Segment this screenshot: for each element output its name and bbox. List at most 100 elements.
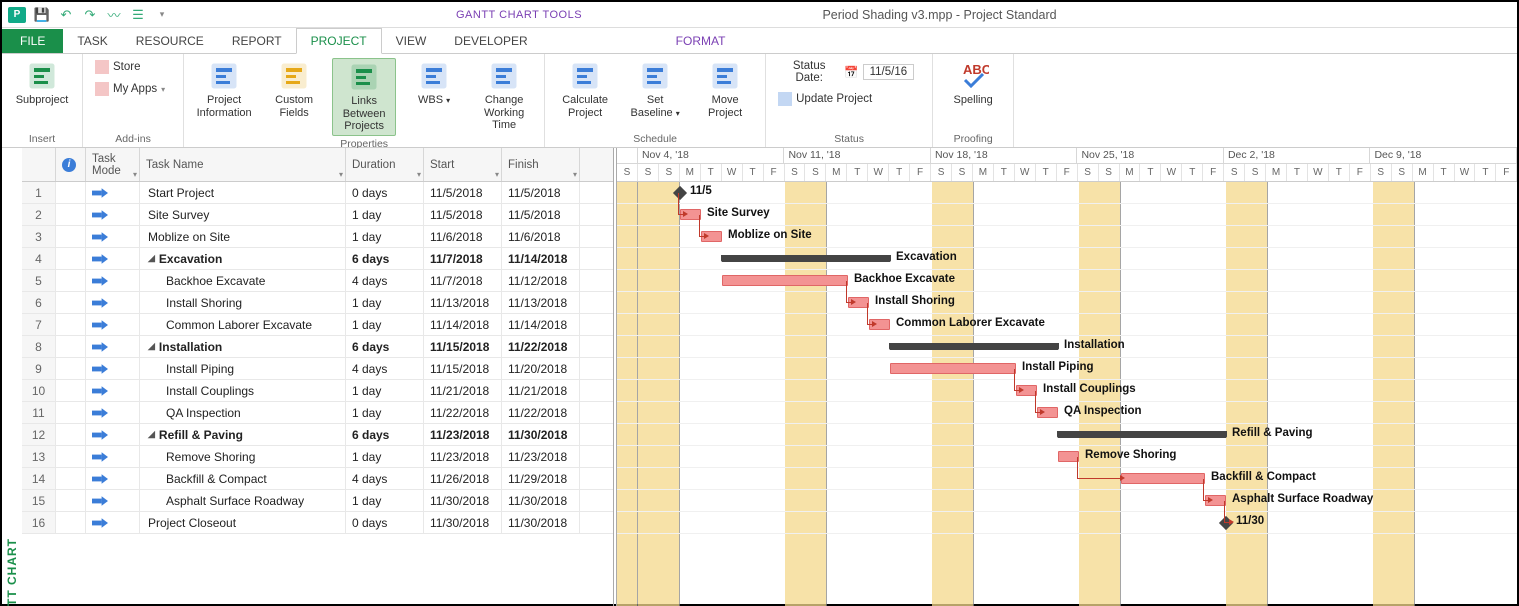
tab-task[interactable]: TASK	[63, 29, 121, 53]
cell[interactable]: ◢Excavation	[140, 248, 346, 269]
save-icon[interactable]: 💾	[34, 7, 50, 23]
table-row[interactable]: 10Install Couplings1 day11/21/201811/21/…	[22, 380, 613, 402]
wbs-button[interactable]: WBS ▾	[402, 58, 466, 109]
task-bar[interactable]	[722, 275, 848, 286]
cell[interactable]: 11/7/2018	[424, 248, 502, 269]
cell[interactable]	[86, 248, 140, 269]
table-row[interactable]: 15Asphalt Surface Roadway1 day11/30/2018…	[22, 490, 613, 512]
store-button[interactable]: Store	[91, 58, 145, 76]
cell[interactable]: 2	[22, 204, 56, 225]
status-date-field[interactable]: Status Date: 📅 11/5/16	[774, 58, 918, 86]
cell[interactable]	[86, 358, 140, 379]
moveproj-button[interactable]: Move Project	[693, 58, 757, 121]
projinfo-button[interactable]: Project Information	[192, 58, 256, 121]
cell[interactable]	[86, 182, 140, 203]
calc-button[interactable]: Calculate Project	[553, 58, 617, 121]
table-row[interactable]: 5Backhoe Excavate4 days11/7/201811/12/20…	[22, 270, 613, 292]
cell[interactable]: 1 day	[346, 226, 424, 247]
cell[interactable]: 1 day	[346, 402, 424, 423]
cell[interactable]: 11/23/2018	[424, 446, 502, 467]
cell[interactable]: 11/22/2018	[424, 402, 502, 423]
grid-icon[interactable]: ☰	[130, 7, 146, 23]
cell[interactable]: 11/22/2018	[502, 402, 580, 423]
workingtime-button[interactable]: Change Working Time	[472, 58, 536, 134]
col-dur[interactable]: Duration▾	[346, 148, 424, 181]
tab-view[interactable]: VIEW	[382, 29, 441, 53]
cell[interactable]: 11/5/2018	[502, 182, 580, 203]
cell[interactable]	[86, 314, 140, 335]
cell[interactable]: 11/30/2018	[424, 490, 502, 511]
cell[interactable]: 11/23/2018	[502, 446, 580, 467]
qat-dropdown-icon[interactable]: ▾	[154, 7, 170, 23]
collapse-icon[interactable]: ◢	[148, 341, 155, 352]
table-row[interactable]: 4 ◢Excavation6 days11/7/201811/14/2018	[22, 248, 613, 270]
col-finish[interactable]: Finish▾	[502, 148, 580, 181]
collapse-icon[interactable]: ◢	[148, 253, 155, 264]
cell[interactable]	[56, 270, 86, 291]
cell[interactable]: 16	[22, 512, 56, 533]
table-row[interactable]: 2Site Survey1 day11/5/201811/5/2018	[22, 204, 613, 226]
cell[interactable]	[56, 512, 86, 533]
spelling-button[interactable]: ABCSpelling	[941, 58, 1005, 109]
cell[interactable]: 11/15/2018	[424, 358, 502, 379]
cell[interactable]: 14	[22, 468, 56, 489]
redo-icon[interactable]: ↷	[82, 7, 98, 23]
cell[interactable]	[56, 314, 86, 335]
cell[interactable]	[86, 402, 140, 423]
update-project-button[interactable]: Update Project	[774, 90, 876, 108]
cell[interactable]: 11/12/2018	[502, 270, 580, 291]
undo-icon[interactable]: ↶	[58, 7, 74, 23]
col-info[interactable]: i	[56, 148, 86, 181]
cell[interactable]: 11/14/2018	[502, 248, 580, 269]
cell[interactable]: 11/20/2018	[502, 358, 580, 379]
cell[interactable]: 11/13/2018	[502, 292, 580, 313]
cell[interactable]: 1 day	[346, 204, 424, 225]
cell[interactable]: 5	[22, 270, 56, 291]
cell[interactable]: Backfill & Compact	[140, 468, 346, 489]
table-row[interactable]: 9Install Piping4 days11/15/201811/20/201…	[22, 358, 613, 380]
summary-bar[interactable]	[1058, 431, 1226, 438]
cell[interactable]: Site Survey	[140, 204, 346, 225]
cell[interactable]: 11/30/2018	[502, 424, 580, 445]
cell[interactable]	[86, 336, 140, 357]
cell[interactable]: 11/30/2018	[502, 490, 580, 511]
cell[interactable]: 11/29/2018	[502, 468, 580, 489]
cell[interactable]	[56, 358, 86, 379]
cell[interactable]: 4 days	[346, 270, 424, 291]
table-row[interactable]: 7Common Laborer Excavate1 day11/14/20181…	[22, 314, 613, 336]
collapse-icon[interactable]: ◢	[148, 429, 155, 440]
cell[interactable]	[56, 204, 86, 225]
cell[interactable]: 4	[22, 248, 56, 269]
cell[interactable]: Install Shoring	[140, 292, 346, 313]
cell[interactable]: 11/5/2018	[424, 204, 502, 225]
summary-bar[interactable]	[722, 255, 890, 262]
cell[interactable]: 1 day	[346, 446, 424, 467]
cell[interactable]: ◢Installation	[140, 336, 346, 357]
cell[interactable]: 11/6/2018	[424, 226, 502, 247]
table-row[interactable]: 13Remove Shoring1 day11/23/201811/23/201…	[22, 446, 613, 468]
cell[interactable]: 12	[22, 424, 56, 445]
cell[interactable]: Remove Shoring	[140, 446, 346, 467]
cell[interactable]: Common Laborer Excavate	[140, 314, 346, 335]
view-sidebar[interactable]: TT CHART	[2, 148, 22, 606]
table-row[interactable]: 16Project Closeout0 days11/30/201811/30/…	[22, 512, 613, 534]
cell[interactable]: Moblize on Site	[140, 226, 346, 247]
cell[interactable]: 1 day	[346, 314, 424, 335]
links-button[interactable]: Links Between Projects	[332, 58, 396, 136]
cell[interactable]: 7	[22, 314, 56, 335]
cell[interactable]: 6 days	[346, 248, 424, 269]
cell[interactable]	[56, 248, 86, 269]
tab-resource[interactable]: RESOURCE	[122, 29, 218, 53]
cell[interactable]: 3	[22, 226, 56, 247]
cell[interactable]: 0 days	[346, 512, 424, 533]
cell[interactable]	[56, 446, 86, 467]
cell[interactable]: ◢Refill & Paving	[140, 424, 346, 445]
summary-bar[interactable]	[890, 343, 1058, 350]
cell[interactable]: 11/5/2018	[502, 204, 580, 225]
cell[interactable]: 8	[22, 336, 56, 357]
cell[interactable]	[86, 292, 140, 313]
cell[interactable]: 11/15/2018	[424, 336, 502, 357]
cell[interactable]	[56, 380, 86, 401]
cell[interactable]: 1	[22, 182, 56, 203]
cell[interactable]: Install Couplings	[140, 380, 346, 401]
